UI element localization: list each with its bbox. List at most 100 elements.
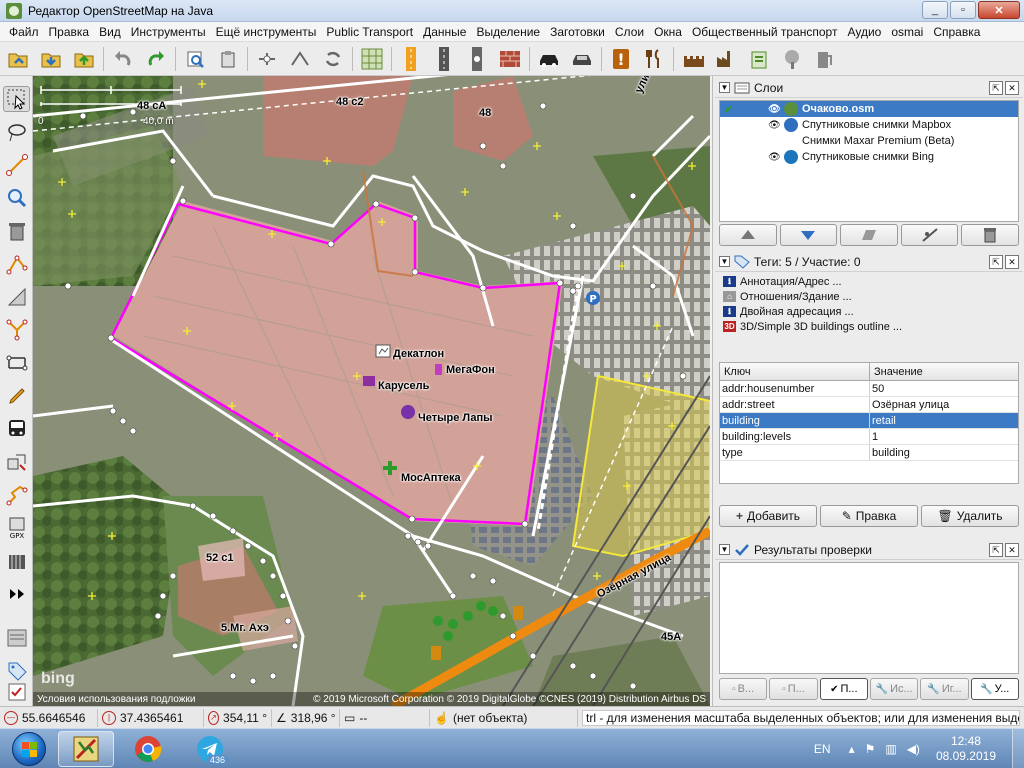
tag-key[interactable]: type — [720, 445, 870, 460]
castle-icon[interactable] — [679, 45, 706, 72]
move-up-button[interactable] — [719, 224, 777, 246]
network-flag-icon[interactable]: ⚑ — [865, 742, 876, 756]
layer-row[interactable]: 👁 Спутниковые снимки Bing — [720, 149, 1018, 165]
road-residential-icon[interactable] — [430, 45, 457, 72]
language-indicator[interactable]: EN — [814, 742, 831, 756]
tag-value[interactable]: building — [870, 445, 1018, 460]
reverse-way-icon[interactable] — [319, 45, 346, 72]
tree-icon[interactable] — [778, 45, 805, 72]
taskbar-josm[interactable] — [58, 730, 114, 767]
layer-row[interactable]: Снимки Maxar Premium (Beta) — [720, 133, 1018, 149]
preset-link[interactable]: ℹ Аннотация/Адрес ... — [719, 274, 1019, 289]
taskbar-chrome[interactable] — [120, 731, 176, 767]
tag-row[interactable]: building:levels 1 — [720, 429, 1018, 445]
tag-value[interactable]: 1 — [870, 429, 1018, 444]
combine-way-icon[interactable] — [286, 45, 313, 72]
road-service-icon[interactable] — [463, 45, 490, 72]
tag-key[interactable]: addr:housenumber — [720, 381, 870, 396]
tag-value[interactable]: 50 — [870, 381, 1018, 396]
tag-key[interactable]: building:levels — [720, 429, 870, 444]
extrude-mode-icon[interactable] — [3, 350, 30, 376]
restaurant-icon[interactable] — [640, 45, 667, 72]
route-icon[interactable] — [3, 482, 30, 508]
visibility-eye-icon[interactable]: 👁 — [768, 104, 781, 115]
menu-item[interactable]: Файл — [4, 25, 44, 39]
split-way-icon[interactable] — [253, 45, 280, 72]
close-panel-icon[interactable]: ✕ — [1005, 255, 1019, 269]
parallel-mode-icon[interactable] — [3, 251, 30, 277]
lasso-mode-icon[interactable] — [3, 119, 30, 145]
menu-item[interactable]: Вид — [94, 25, 126, 39]
start-button[interactable] — [6, 730, 52, 768]
collapse-toggle[interactable]: ▼ — [719, 82, 730, 93]
save-icon[interactable] — [37, 45, 64, 72]
tag-value[interactable]: Озёрная улица — [870, 397, 1018, 412]
tag-row[interactable]: type building — [720, 445, 1018, 461]
menu-item[interactable]: Данные — [418, 25, 471, 39]
validation-toggle-icon[interactable] — [3, 680, 30, 704]
network-icon[interactable]: ▥ — [885, 742, 896, 756]
visibility-eye-icon[interactable]: 👁 — [768, 152, 781, 163]
menu-item[interactable]: Правка — [44, 25, 95, 39]
draw-mode-icon[interactable] — [3, 152, 30, 178]
menu-item[interactable]: Слои — [610, 25, 649, 39]
gpx-icon[interactable]: GPX — [3, 515, 30, 541]
tag-key[interactable]: addr:street — [720, 397, 870, 412]
show-desktop-button[interactable] — [1012, 729, 1024, 768]
tray-arrow-icon[interactable]: ▴ — [849, 742, 855, 756]
menu-item[interactable]: Аудио — [842, 25, 886, 39]
open-file-icon[interactable] — [4, 45, 31, 72]
delete-mode-icon[interactable] — [3, 218, 30, 244]
menu-item[interactable]: Общественный транспорт — [687, 25, 843, 39]
volume-icon[interactable]: ◀) — [907, 742, 920, 756]
road-primary-icon[interactable] — [397, 45, 424, 72]
detach-panel-icon[interactable]: ⇱ — [989, 255, 1003, 269]
delete-layer-button[interactable] — [961, 224, 1019, 246]
toggle-visibility-button[interactable] — [900, 224, 959, 246]
menu-item[interactable]: Public Transport — [321, 25, 418, 39]
layer-row[interactable]: 👁 Спутниковые снимки Mapbox — [720, 117, 1018, 133]
zoom-mode-icon[interactable] — [3, 185, 30, 211]
building-tool-icon[interactable] — [3, 548, 30, 574]
validation-action-button[interactable]: 🔧 Иг... — [920, 678, 969, 700]
preset-link[interactable]: 3D 3D/Simple 3D buildings outline ... — [719, 319, 1019, 334]
wall-icon[interactable] — [496, 45, 523, 72]
warning-icon[interactable]: ! — [607, 45, 634, 72]
close-button[interactable]: ✕ — [978, 1, 1020, 19]
menu-item[interactable]: Инструменты — [126, 25, 211, 39]
menu-item[interactable]: Справка — [928, 25, 985, 39]
menu-item[interactable]: osmai — [886, 25, 928, 39]
select-mode-icon[interactable] — [3, 86, 30, 112]
validation-action-button[interactable]: ✔ П... — [819, 678, 868, 700]
fuel-icon[interactable] — [811, 45, 838, 72]
close-panel-icon[interactable]: ✕ — [1005, 543, 1019, 557]
bus-icon[interactable] — [3, 416, 30, 442]
tag-key[interactable]: building — [720, 413, 870, 428]
car-icon[interactable] — [535, 45, 562, 72]
delete-tag-button[interactable]: 🗑 Удалить — [921, 505, 1019, 527]
column-value[interactable]: Значение — [870, 363, 1018, 380]
map-canvas[interactable]: P — [33, 76, 710, 706]
menu-item[interactable]: Ещё инструменты — [211, 25, 322, 39]
validation-action-button[interactable]: ▫ В... — [719, 678, 768, 700]
relation-editor-icon[interactable] — [3, 449, 30, 475]
imagery-terms-link[interactable]: Условия использования подложки — [37, 694, 195, 705]
edit-tag-button[interactable]: ✎ Правка — [820, 505, 918, 527]
menu-item[interactable]: Выделение — [471, 25, 545, 39]
move-down-button[interactable] — [779, 224, 838, 246]
factory-icon[interactable] — [712, 45, 739, 72]
imagery-grid-icon[interactable] — [358, 45, 385, 72]
preset-link[interactable]: ℹ Двойная адресация ... — [719, 304, 1019, 319]
tag-row[interactable]: addr:street Озёрная улица — [720, 397, 1018, 413]
more-tools-icon[interactable] — [3, 581, 30, 607]
validation-action-button[interactable]: ▫ П... — [769, 678, 818, 700]
map-view[interactable]: P 0 40,0 m 48 сА 48 с2 48 Декатлон МегаФ… — [33, 76, 710, 706]
preferences-icon[interactable] — [181, 45, 208, 72]
layers-toggle-icon[interactable] — [3, 625, 30, 651]
menu-item[interactable]: Окна — [649, 25, 687, 39]
detach-panel-icon[interactable]: ⇱ — [989, 543, 1003, 557]
layer-row[interactable]: ✔ 👁 Очаково.osm — [720, 101, 1018, 117]
measure-mode-icon[interactable] — [3, 284, 30, 310]
preset-link[interactable]: ⌂ Отношения/Здание ... — [719, 289, 1019, 304]
merge-layer-button[interactable] — [840, 224, 898, 246]
